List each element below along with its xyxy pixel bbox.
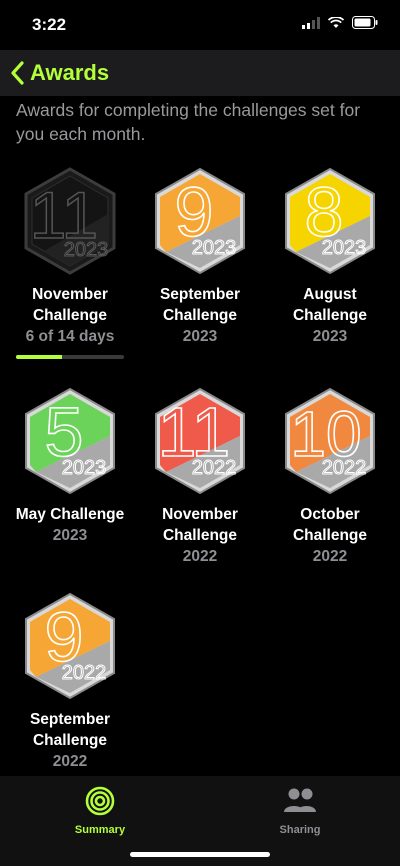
home-indicator[interactable] — [130, 852, 270, 857]
badge-icon: 9 2023 — [155, 167, 245, 275]
activity-rings-icon — [85, 786, 115, 816]
award-november-challenge-2022[interactable]: 11 2022 November Challenge 2022 — [135, 386, 265, 567]
navigation-bar: Awards — [0, 50, 400, 96]
badge-icon: 8 2023 — [285, 167, 375, 275]
svg-text:2023: 2023 — [62, 457, 107, 479]
award-november-challenge-2023[interactable]: 11 2023 November Challenge 6 of 14 days — [5, 166, 135, 359]
tab-sharing[interactable]: Sharing — [240, 786, 360, 836]
award-year: 2023 — [182, 328, 218, 345]
badge-icon: 11 2022 — [155, 387, 245, 495]
award-name: September Challenge — [29, 711, 111, 749]
svg-text:2023: 2023 — [64, 239, 109, 261]
svg-text:2022: 2022 — [62, 662, 107, 684]
status-icons — [302, 16, 378, 29]
award-year: 2022 — [312, 548, 348, 565]
svg-text:2023: 2023 — [322, 237, 367, 259]
cellular-signal-icon — [302, 16, 320, 29]
badge-icon: 5 2023 — [25, 387, 115, 495]
award-year: 2023 — [312, 328, 348, 345]
progress-fill — [16, 355, 63, 359]
badge-icon: 9 2022 — [25, 592, 115, 700]
status-time: 3:22 — [32, 15, 67, 34]
svg-text:2023: 2023 — [192, 237, 237, 259]
svg-text:2022: 2022 — [322, 457, 367, 479]
tab-sharing-label: Sharing — [279, 824, 321, 836]
status-bar: 3:22 — [0, 0, 400, 50]
back-button[interactable]: Awards — [10, 56, 109, 90]
battery-icon — [352, 16, 378, 29]
award-september-challenge-2022[interactable]: 9 2022 September Challenge 2022 — [5, 591, 135, 772]
wifi-icon — [328, 16, 344, 28]
progress-bar — [16, 355, 124, 359]
svg-text:2022: 2022 — [192, 457, 237, 479]
chevron-left-icon — [11, 61, 24, 85]
award-name: August Challenge — [292, 286, 368, 324]
award-september-challenge-2023[interactable]: 9 2023 September Challenge 2023 — [135, 166, 265, 347]
badge-icon: 10 2022 — [285, 387, 375, 495]
award-name: October Challenge — [292, 506, 368, 544]
award-august-challenge-2023[interactable]: 8 2023 August Challenge 2023 — [265, 166, 395, 347]
award-year: 2022 — [182, 548, 218, 565]
back-button-label: Awards — [30, 60, 110, 85]
award-year: 2023 — [52, 527, 88, 544]
award-name: November Challenge — [162, 506, 238, 544]
award-name: May Challenge — [15, 506, 125, 523]
tab-summary[interactable]: Summary — [40, 786, 160, 836]
award-year: 2022 — [52, 753, 88, 770]
awards-description: Awards for completing the challenges set… — [16, 100, 361, 144]
award-october-challenge-2022[interactable]: 10 2022 October Challenge 2022 — [265, 386, 395, 567]
award-name: September Challenge — [159, 286, 241, 324]
tab-summary-label: Summary — [74, 824, 126, 836]
award-progress-text: 6 of 14 days — [25, 328, 115, 345]
award-may-challenge-2023[interactable]: 5 2023 May Challenge 2023 — [5, 386, 135, 546]
badge-icon: 11 2023 — [24, 167, 116, 275]
award-name: November Challenge — [32, 286, 108, 324]
people-icon — [284, 788, 316, 812]
